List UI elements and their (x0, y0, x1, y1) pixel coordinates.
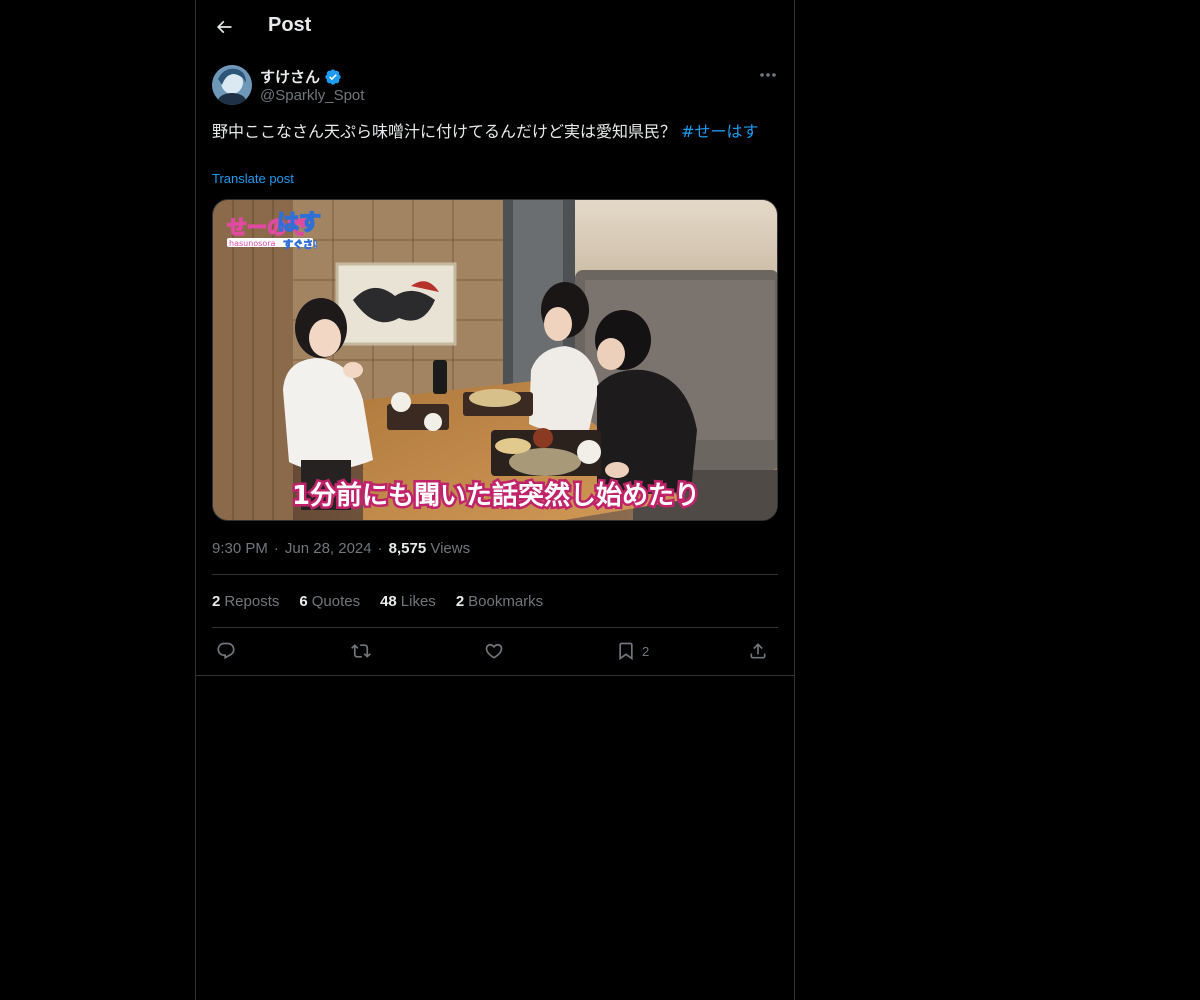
more-options-button[interactable] (756, 64, 780, 86)
svg-text:1分前にも聞いた話突然し始めたり: 1分前にも聞いた話突然し始めたり (292, 480, 700, 511)
likes-stat[interactable]: 48 Likes (380, 593, 436, 610)
post-media[interactable]: せーので はす hasunosora すぐさ! 1分前にも聞いた話突然し始めたり (212, 199, 778, 521)
share-icon (750, 643, 766, 659)
arrow-left-icon (216, 20, 232, 34)
bookmark-icon (619, 642, 633, 661)
post-meta: 9:30 PM · Jun 28, 2024 · 8,575 Views (212, 540, 470, 557)
likes-label: Likes (400, 593, 436, 610)
more-dots-icon (760, 73, 776, 77)
reposts-stat[interactable]: 2 Reposts (212, 593, 279, 610)
reposts-count: 2 (212, 593, 221, 610)
post-time[interactable]: 9:30 PM (212, 540, 268, 557)
svg-text:hasunosora: hasunosora (229, 239, 276, 248)
page-title: Post (268, 14, 312, 36)
meta-separator: · (273, 540, 279, 557)
engagement-stats: 2 Reposts 6 Quotes 48 Likes 2 Bookmarks (212, 593, 543, 610)
hashtag-link[interactable]: #せーはす (681, 122, 758, 141)
post-date[interactable]: Jun 28, 2024 (285, 540, 372, 557)
post-column: Post すけさん @Sparkly_Spot 野中ここなさん天ぷら味噌汁に付け… (195, 0, 795, 1000)
avatar-image (212, 65, 252, 105)
media-image: せーので はす hasunosora すぐさ! 1分前にも聞いた話突然し始めたり (213, 200, 777, 520)
divider (212, 574, 778, 575)
like-button[interactable] (484, 638, 504, 664)
action-bar: 2 (212, 638, 778, 666)
quotes-stat[interactable]: 6 Quotes (299, 593, 360, 610)
share-button[interactable] (748, 638, 768, 664)
quotes-count: 6 (299, 593, 308, 610)
svg-text:はす: はす (277, 211, 321, 236)
back-button[interactable] (208, 11, 240, 43)
quotes-label: Quotes (311, 593, 361, 610)
verified-badge-icon (325, 68, 341, 85)
post-header: Post (196, 0, 794, 54)
bookmarks-count: 2 (455, 593, 465, 610)
bookmark-count: 2 (642, 643, 650, 659)
views-count: 8,575 (388, 540, 427, 557)
post-body: 野中ここなさん天ぷら味噌汁に付けてるんだけど実は愛知県民？ (212, 122, 682, 141)
meta-separator: · (377, 540, 383, 557)
divider (212, 627, 778, 628)
svg-text:すぐさ!: すぐさ! (283, 239, 318, 251)
author-handle[interactable]: @Sparkly_Spot (260, 87, 364, 104)
bookmarks-stat[interactable]: 2 Bookmarks (456, 593, 543, 610)
heart-icon (485, 643, 503, 659)
reposts-label: Reposts (224, 593, 280, 610)
translate-post-link[interactable]: Translate post (212, 171, 294, 186)
repost-icon (351, 644, 371, 658)
author-display-name[interactable]: すけさん (260, 66, 320, 87)
author-name-row[interactable]: すけさん (260, 66, 342, 87)
avatar[interactable] (212, 65, 252, 105)
bookmarks-label: Bookmarks (468, 593, 544, 610)
views-label: Views (430, 540, 471, 557)
post-bottom-border (196, 675, 794, 676)
bookmark-button[interactable]: 2 (616, 638, 649, 664)
likes-count: 48 (380, 593, 397, 610)
post-text: 野中ここなさん天ぷら味噌汁に付けてるんだけど実は愛知県民？ #せーはす (212, 120, 778, 144)
repost-button[interactable] (350, 638, 372, 664)
reply-icon (217, 642, 235, 660)
reply-button[interactable] (216, 638, 236, 664)
